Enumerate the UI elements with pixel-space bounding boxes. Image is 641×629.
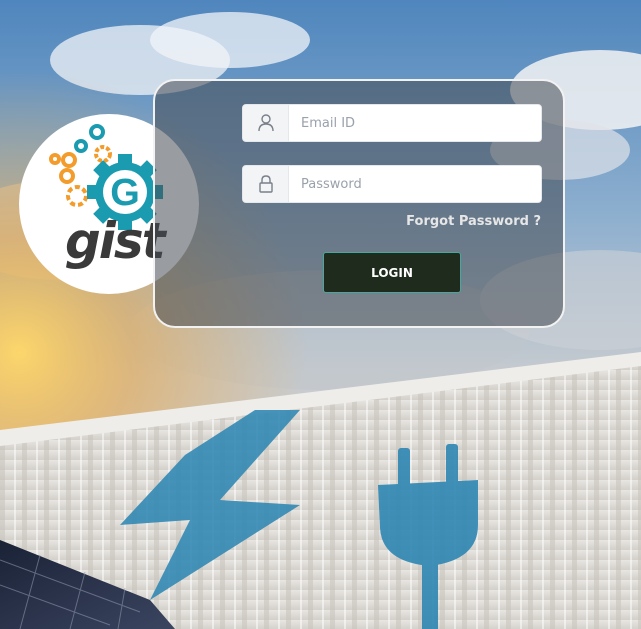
lock-icon <box>243 166 289 202</box>
login-card: Forgot Password ? LOGIN <box>153 79 565 328</box>
logo-letter: G <box>110 172 140 214</box>
logo-text: gist <box>65 212 166 270</box>
user-icon <box>243 105 289 141</box>
email-input[interactable] <box>289 105 541 141</box>
login-button[interactable]: LOGIN <box>323 252 461 293</box>
password-field <box>242 165 542 203</box>
password-input[interactable] <box>289 166 541 202</box>
forgot-password-link[interactable]: Forgot Password ? <box>406 214 541 229</box>
email-field <box>242 104 542 142</box>
